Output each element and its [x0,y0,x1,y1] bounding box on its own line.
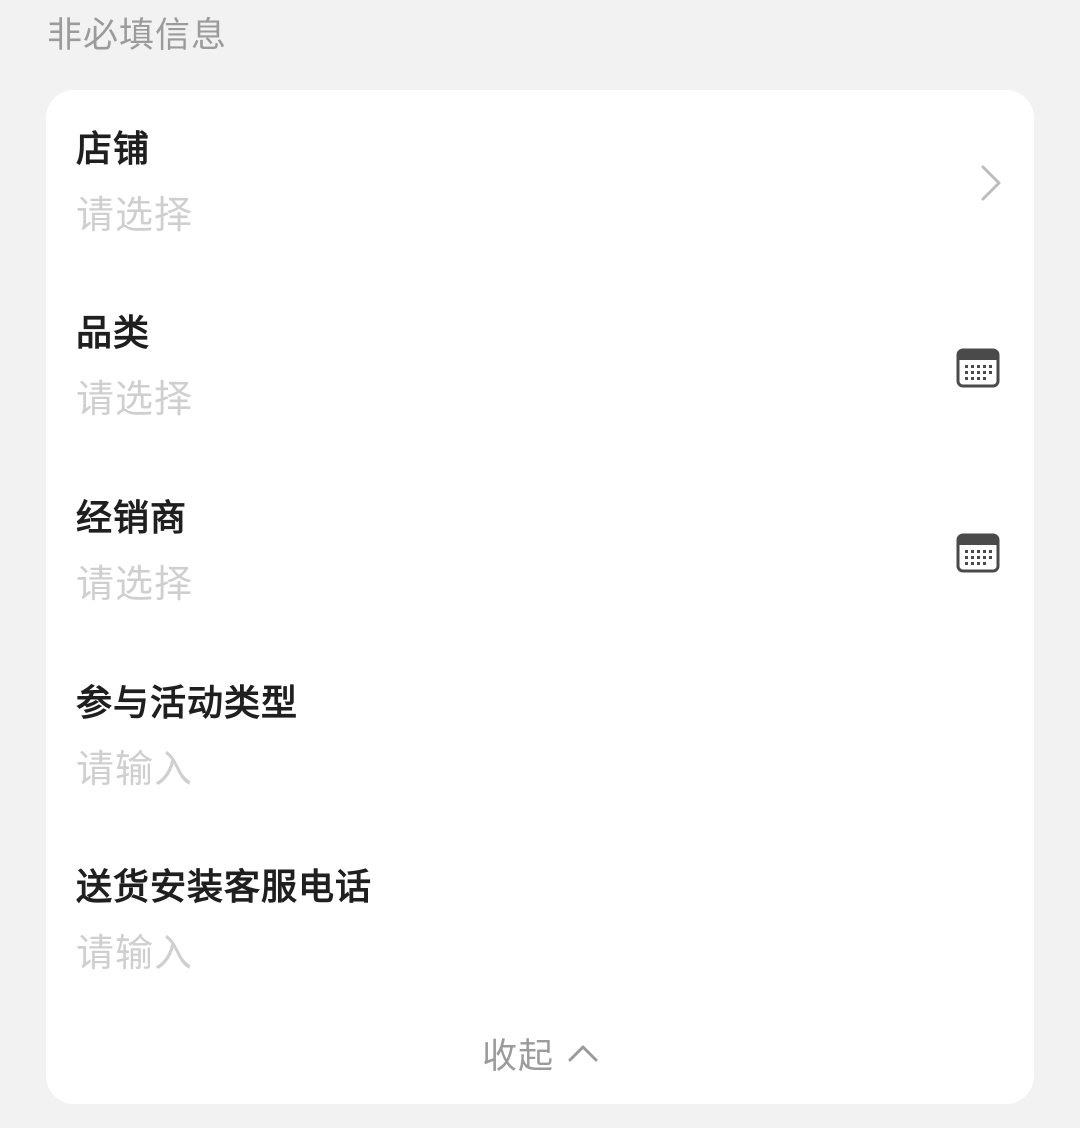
field-label: 品类 [76,313,151,354]
collapse-label: 收起 [481,1036,554,1077]
form-page: 非必填信息 店铺 请选择 品类 请选择 经销商 请选择 参与活动类型 请输入 送… [0,0,1080,1128]
field-store[interactable]: 店铺 请选择 [46,90,1034,240]
chevron-right-icon[interactable] [980,164,1002,202]
field-service-phone[interactable]: 送货安装客服电话 请输入 [46,828,1034,978]
field-label: 店铺 [76,129,151,170]
field-placeholder[interactable]: 请选择 [76,561,193,607]
optional-info-card: 店铺 请选择 品类 请选择 经销商 请选择 参与活动类型 请输入 送货安装客服电… [46,90,1034,1104]
field-input[interactable]: 请输入 [76,930,193,976]
chevron-up-icon [568,1044,598,1062]
calendar-icon[interactable] [956,533,1000,573]
collapse-button[interactable]: 收起 [46,1028,1034,1078]
section-title: 非必填信息 [47,16,228,56]
field-input[interactable]: 请输入 [76,746,193,792]
calendar-icon[interactable] [956,348,1000,388]
field-label: 送货安装客服电话 [76,867,373,908]
field-dealer[interactable]: 经销商 请选择 [46,459,1034,609]
field-activity-type[interactable]: 参与活动类型 请输入 [46,644,1034,794]
field-label: 经销商 [76,498,188,539]
field-placeholder[interactable]: 请选择 [76,192,193,238]
field-category[interactable]: 品类 请选择 [46,274,1034,424]
field-placeholder[interactable]: 请选择 [76,376,193,422]
field-label: 参与活动类型 [76,683,299,724]
